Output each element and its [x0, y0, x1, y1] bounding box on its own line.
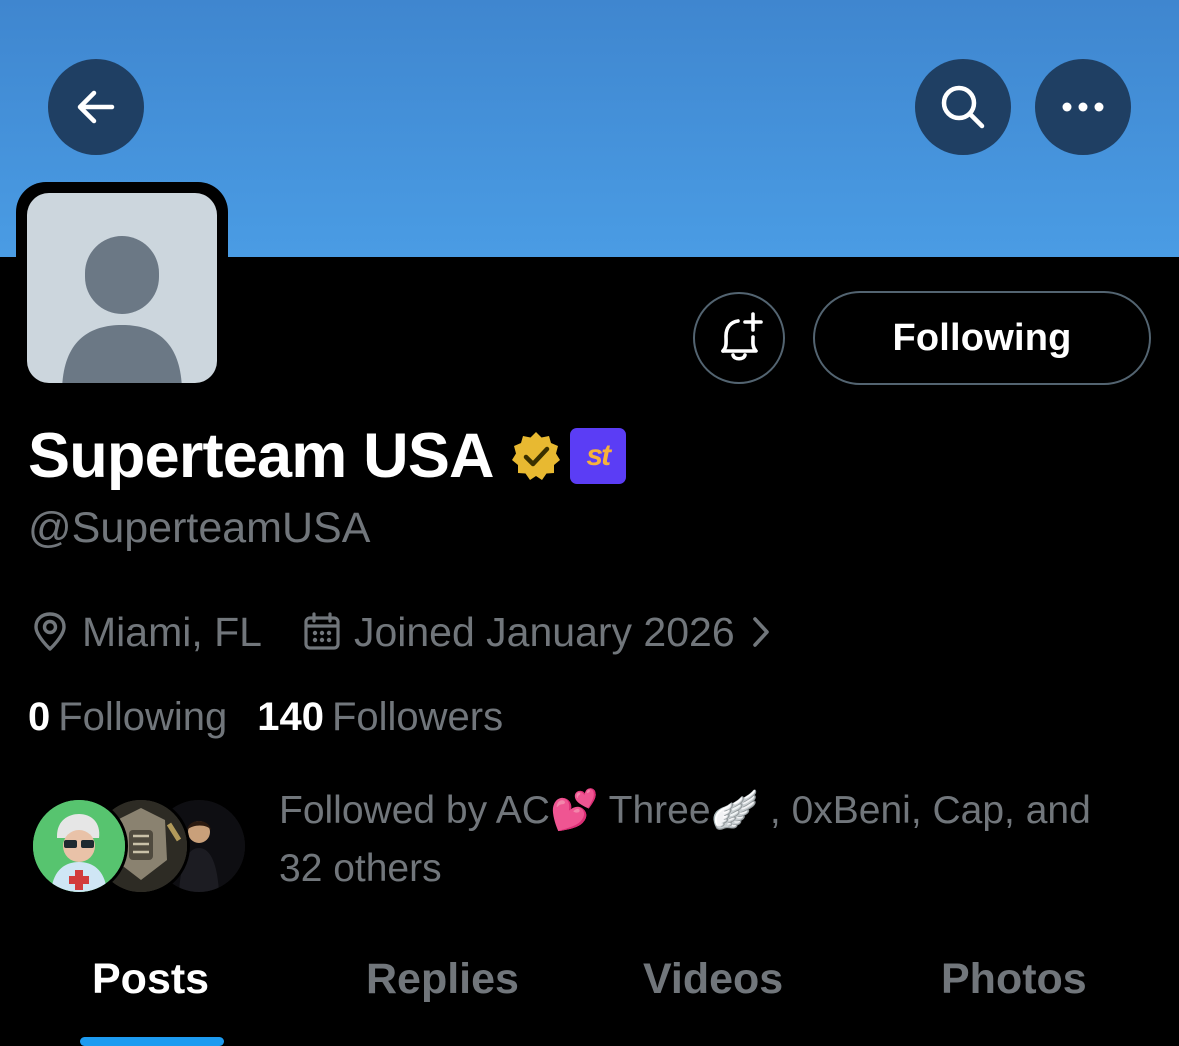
- calendar-icon: [304, 612, 340, 650]
- profile-handle: @SuperteamUSA: [28, 504, 371, 552]
- profile-tabs: Posts Replies Videos Photos: [0, 945, 1179, 1046]
- affiliate-badge[interactable]: st: [569, 428, 626, 484]
- followers-label: Followers: [331, 694, 504, 739]
- more-button[interactable]: [1035, 59, 1131, 155]
- tab-replies[interactable]: Replies: [366, 955, 519, 1025]
- back-button[interactable]: [48, 59, 144, 155]
- tab-posts[interactable]: Posts: [92, 955, 209, 1025]
- location-pin-icon: [34, 612, 66, 651]
- tab-videos[interactable]: Videos: [643, 955, 783, 1025]
- following-label: Following: [58, 694, 228, 739]
- more-horizontal-icon: [1062, 102, 1104, 112]
- search-icon: [941, 85, 985, 129]
- profile-avatar-frame: [16, 182, 228, 394]
- followers-count: 140: [257, 694, 324, 739]
- avatar[interactable]: [27, 193, 217, 383]
- joined-text: Joined January 2026: [353, 608, 735, 655]
- default-avatar-icon: [62, 236, 182, 383]
- following-button[interactable]: Following: [813, 291, 1151, 385]
- profile-meta: Miami, FL Joined January 2026: [30, 606, 773, 658]
- joined-date[interactable]: Joined January 2026: [302, 609, 773, 656]
- followed-by-text[interactable]: Followed by AC💕 Three🪽 , 0xBeni, Cap, an…: [279, 782, 1149, 898]
- follow-stats: 0 Following 140 Followers: [28, 692, 503, 742]
- name-row: Superteam USA st: [28, 418, 626, 494]
- verified-badge-icon[interactable]: [510, 430, 562, 482]
- chevron-right-icon: [752, 617, 769, 647]
- search-button[interactable]: [915, 59, 1011, 155]
- followed-by-avatars[interactable]: [30, 797, 250, 895]
- bell-plus-icon: [721, 312, 763, 361]
- followed-by-line-2: 32 others: [279, 847, 442, 890]
- notifications-button[interactable]: [693, 292, 785, 384]
- following-stat[interactable]: 0 Following: [28, 695, 227, 740]
- follower-avatar-1: [30, 797, 128, 895]
- followers-stat[interactable]: 140 Followers: [257, 695, 503, 740]
- location-text: Miami, FL: [82, 608, 262, 655]
- tab-photos[interactable]: Photos: [941, 955, 1087, 1025]
- following-count: 0: [28, 694, 51, 739]
- display-name: Superteam USA: [28, 421, 495, 491]
- active-tab-indicator: [80, 1037, 224, 1046]
- profile-page: Following Superteam USA st @SuperteamUSA…: [0, 0, 1179, 1046]
- arrow-left-icon: [77, 90, 115, 124]
- followed-by-line-1: Followed by AC💕 Three🪽 , 0xBeni, Cap, an…: [279, 789, 1091, 832]
- location: Miami, FL: [30, 609, 262, 656]
